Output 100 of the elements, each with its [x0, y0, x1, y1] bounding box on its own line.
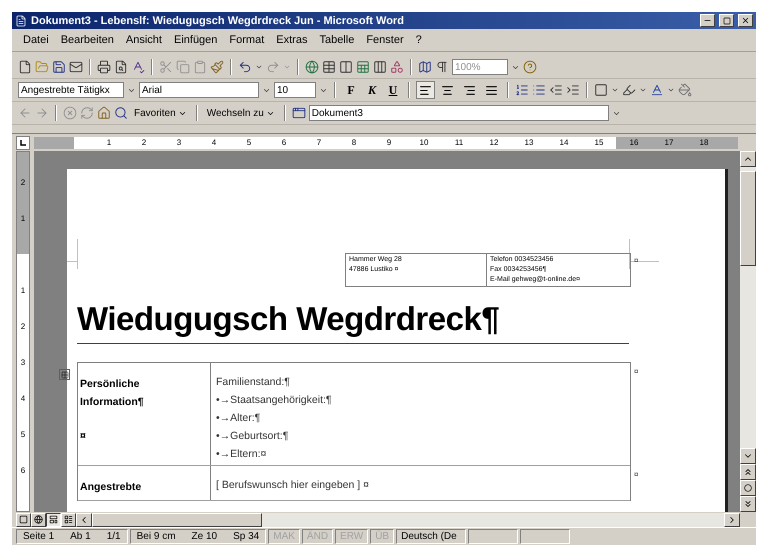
window-icon[interactable] — [292, 106, 306, 120]
font-color-icon[interactable] — [650, 83, 664, 97]
section-label: Persönliche Information¶ — [80, 377, 145, 410]
menu-item[interactable]: Bearbeiten — [56, 32, 119, 48]
menu-item[interactable]: Datei — [18, 32, 54, 48]
spreadsheet-icon[interactable] — [356, 60, 370, 74]
ruler-number: 9 — [386, 136, 392, 148]
ruler-number: 1 — [20, 286, 26, 295]
status-panel — [468, 529, 518, 544]
columns-icon[interactable] — [373, 60, 387, 74]
numbered-list-icon[interactable] — [515, 83, 529, 97]
document-map-icon[interactable] — [418, 60, 432, 74]
scroll-up-button[interactable] — [740, 151, 756, 167]
ruler-number: 5 — [20, 430, 26, 439]
browse-object-button[interactable] — [740, 480, 756, 496]
menu-item[interactable]: Fenster — [361, 32, 409, 48]
maximize-button[interactable] — [719, 14, 734, 27]
menu-item[interactable]: Tabelle — [314, 32, 360, 48]
minimize-button[interactable] — [700, 14, 715, 27]
name-heading: Wiedugugsch Wegdrdreck¶ — [77, 299, 629, 344]
language-field: Deutsch (De — [396, 529, 466, 544]
help-icon[interactable] — [523, 60, 537, 74]
ruler-number: 11 — [454, 136, 464, 148]
ruler-number: 10 — [420, 136, 428, 148]
normal-view-button[interactable] — [16, 512, 31, 526]
scroll-thumb[interactable] — [92, 512, 262, 526]
caret-icon[interactable] — [639, 86, 647, 94]
go-to-menu[interactable]: Wechseln zu — [204, 106, 278, 120]
save-icon[interactable] — [52, 60, 66, 74]
home-icon[interactable] — [97, 106, 111, 120]
field-line: •→Alter:¶ — [216, 411, 262, 426]
hyperlink-icon[interactable] — [305, 60, 319, 74]
table-move-handle[interactable] — [59, 369, 70, 380]
ruler-number: 16 — [630, 136, 638, 148]
ruler-number: 2 — [142, 136, 146, 148]
tab-stop-selector[interactable] — [16, 136, 30, 150]
ruler-number: 4 — [212, 136, 216, 148]
status-panel — [520, 529, 570, 544]
caret-icon[interactable] — [255, 63, 263, 71]
outline-view-button[interactable] — [61, 512, 76, 526]
scroll-down-button[interactable] — [740, 448, 756, 464]
field-line: •→Eltern:¤ — [216, 447, 268, 462]
ruler-number: 2 — [20, 322, 26, 331]
justify-icon — [485, 84, 498, 96]
page-layout-button[interactable] — [46, 512, 61, 526]
indent-decrease-icon[interactable] — [549, 83, 563, 97]
border-icon[interactable] — [594, 83, 608, 97]
print-preview-icon[interactable] — [114, 60, 128, 74]
format-toggle-button[interactable]: F — [342, 81, 360, 99]
ruler-number: 3 — [176, 136, 182, 148]
indent-increase-icon[interactable] — [566, 83, 580, 97]
ruler-number: 17 — [664, 136, 674, 148]
highlighter-icon[interactable] — [622, 83, 636, 97]
caret-icon[interactable] — [611, 86, 619, 94]
font-size-field[interactable]: 10 — [274, 82, 316, 98]
new-document-icon[interactable] — [18, 60, 32, 74]
align-left-button[interactable] — [416, 81, 435, 99]
menu-item[interactable]: Extras — [271, 32, 312, 48]
table-icon[interactable] — [322, 60, 336, 74]
previous-page-button[interactable] — [740, 464, 756, 480]
menu-item[interactable]: Ansicht — [120, 32, 167, 48]
scroll-right-button[interactable] — [724, 512, 740, 526]
next-page-button[interactable] — [740, 496, 756, 512]
web-view-icon — [34, 515, 43, 524]
close-button[interactable] — [738, 14, 753, 27]
mail-icon[interactable] — [69, 60, 83, 74]
pilcrow-icon[interactable] — [435, 60, 449, 74]
field-line: •→Staatsangehörigkeit:¶ — [216, 393, 333, 408]
format-toggle-button[interactable]: U — [384, 81, 402, 99]
menu-item[interactable]: Einfügen — [168, 32, 222, 48]
ruler-number: 1 — [20, 214, 26, 223]
undo-icon[interactable] — [238, 60, 252, 74]
format-painter-icon[interactable] — [210, 60, 224, 74]
web-view-button[interactable] — [31, 512, 46, 526]
search-icon[interactable] — [114, 106, 128, 120]
maximize-icon — [722, 16, 730, 24]
spell-check-icon[interactable] — [131, 60, 145, 74]
ruler-number: 1 — [106, 136, 112, 148]
double-down-arrow-icon — [743, 499, 753, 509]
printer-icon[interactable] — [97, 60, 111, 74]
ruler-number: 6 — [20, 466, 26, 475]
page-layout-icon — [49, 515, 58, 524]
scroll-left-button[interactable] — [76, 512, 92, 526]
font-field[interactable]: Arial — [139, 82, 259, 98]
scroll-thumb[interactable] — [740, 171, 756, 266]
ruler-margin — [34, 136, 74, 148]
format-toggle-button[interactable]: K — [363, 81, 381, 99]
align-right-icon — [463, 84, 476, 96]
drawing-icon[interactable] — [390, 60, 404, 74]
menu-item[interactable]: ? — [410, 32, 427, 48]
favorites-menu[interactable]: Favoriten — [131, 106, 190, 120]
caret-icon[interactable] — [667, 86, 675, 94]
close-icon — [741, 16, 750, 25]
address-field[interactable]: Dokument3 — [308, 105, 609, 121]
field-line: [ Berufswunsch hier eingeben ] ¤ — [216, 478, 370, 493]
align-center-icon — [441, 84, 454, 96]
menu-item[interactable]: Format — [224, 32, 270, 48]
ruler-number: 18 — [700, 136, 708, 148]
ruler-number: 14 — [560, 136, 568, 148]
style-field[interactable]: Angestrebte Tätigkx — [18, 82, 124, 98]
